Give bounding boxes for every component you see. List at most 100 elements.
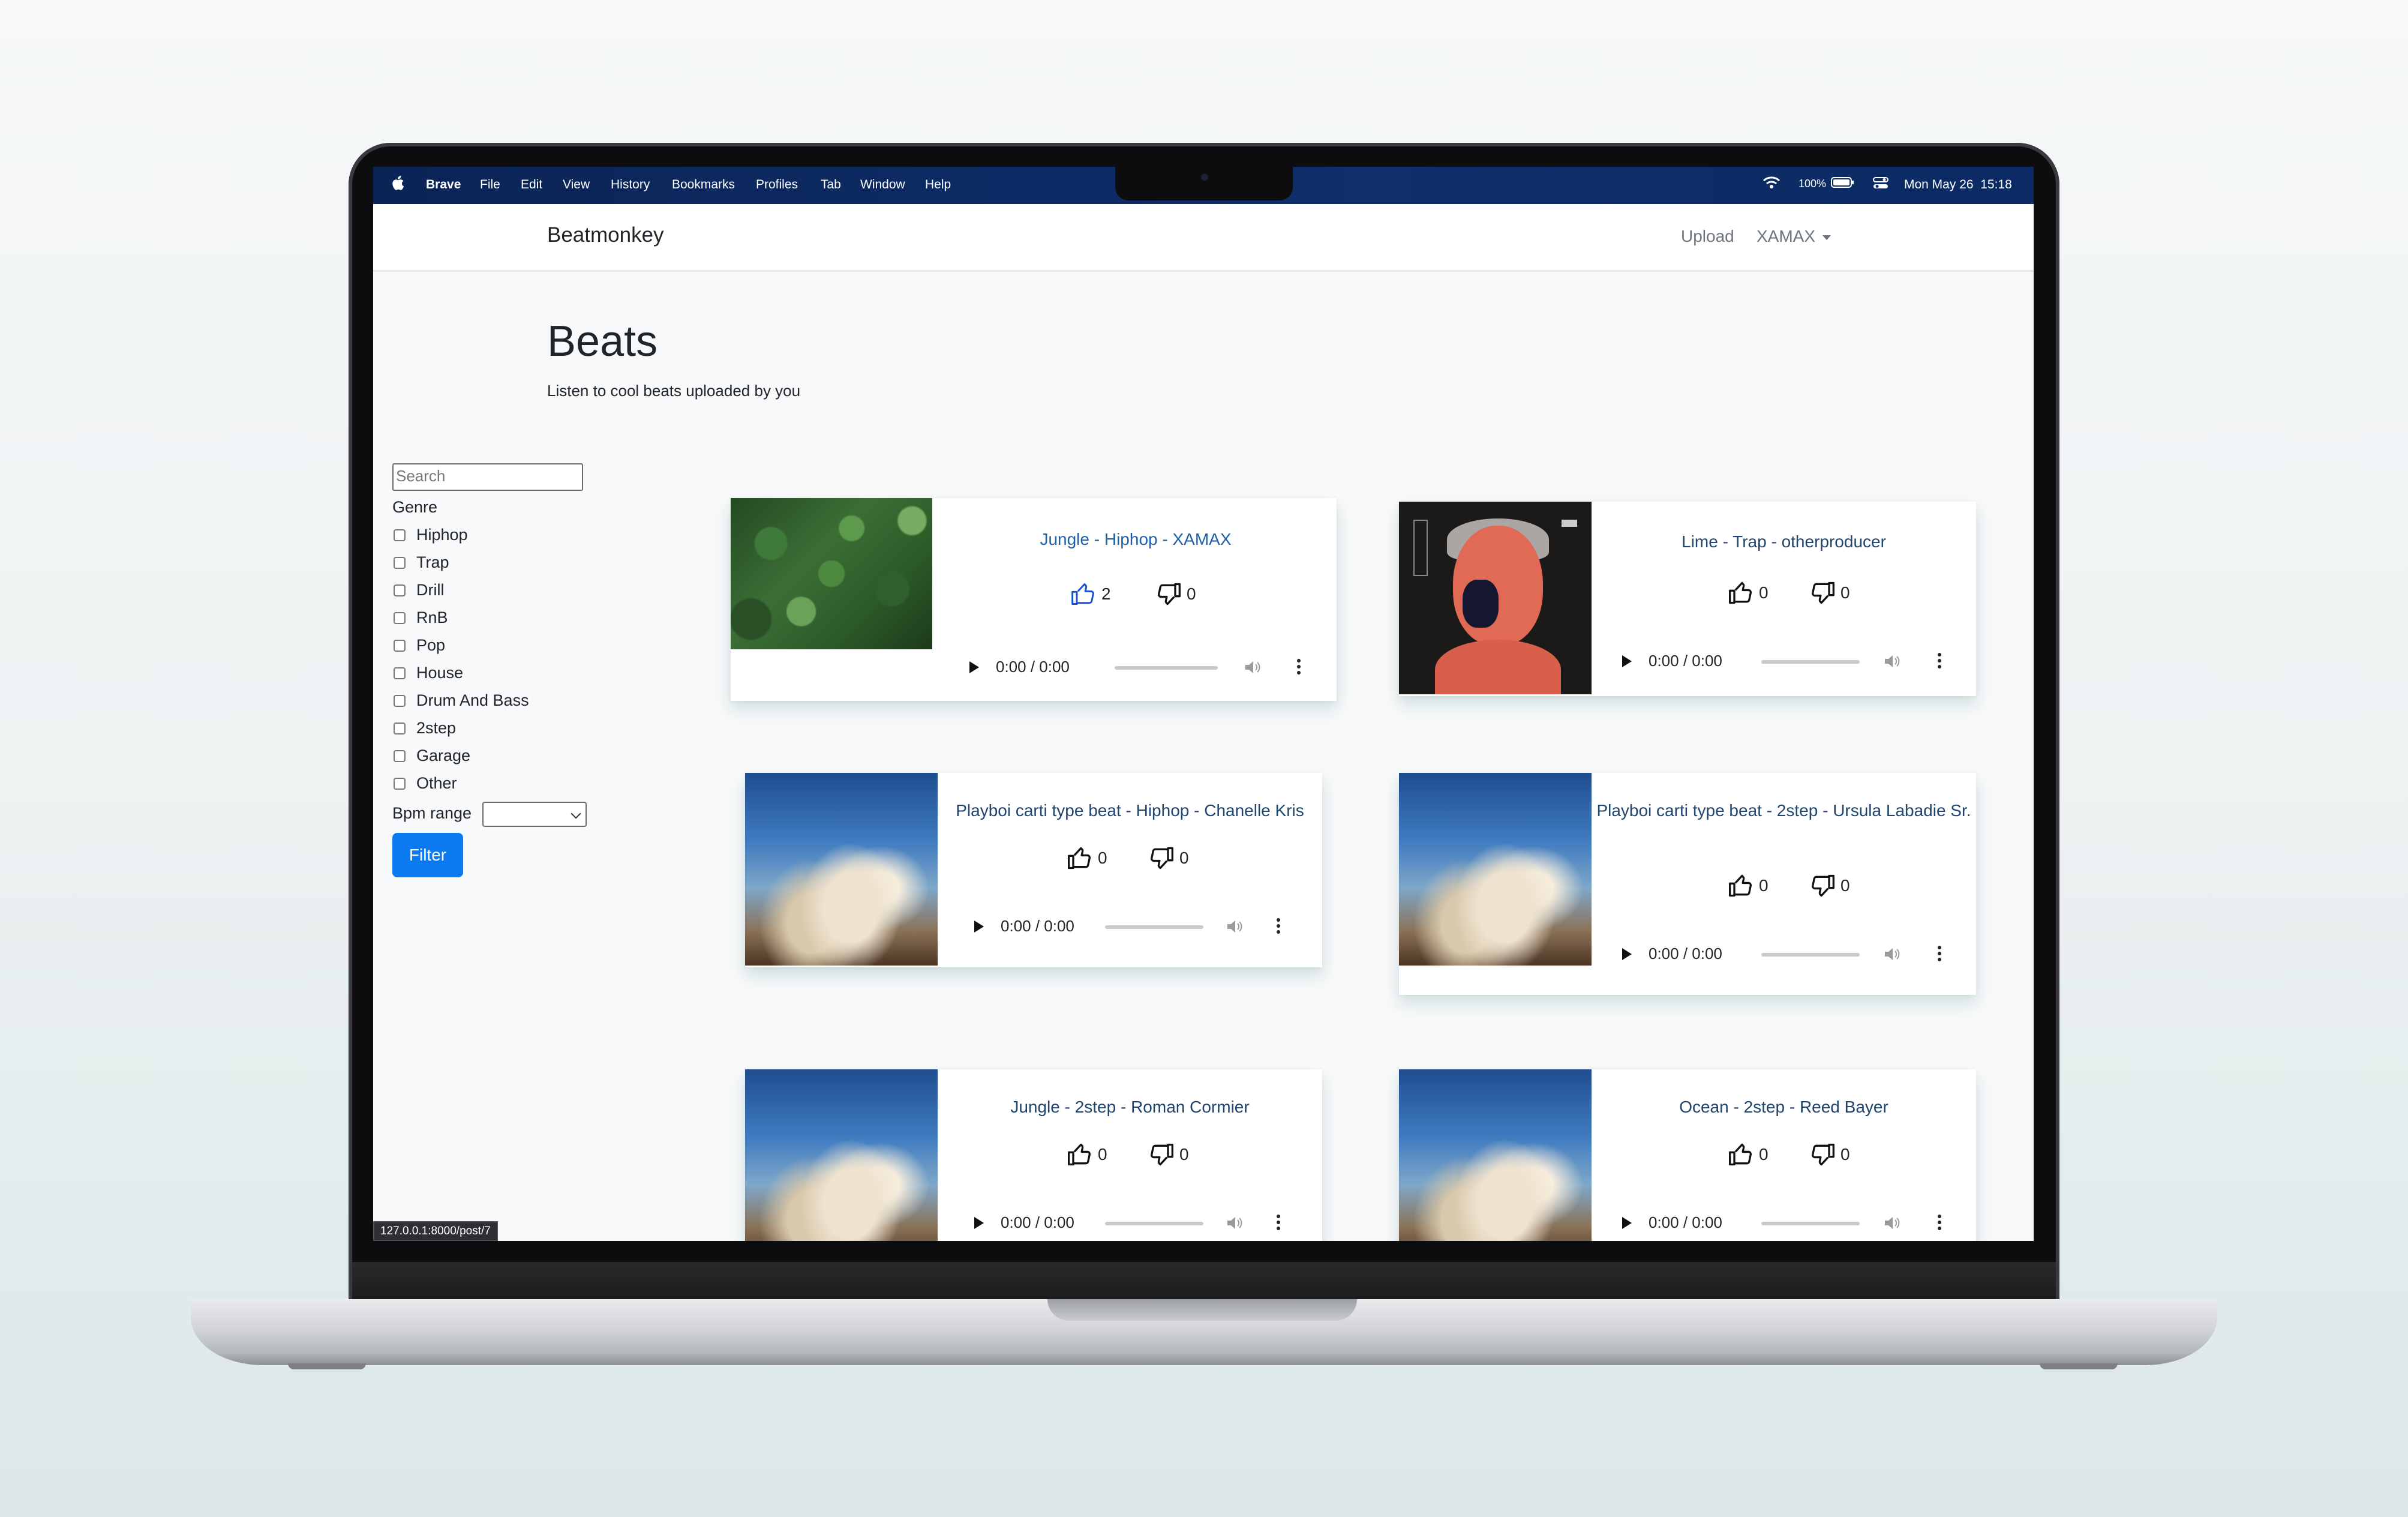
genre-label: Genre [392,498,438,516]
menu-item-brave[interactable]: Brave [426,178,461,192]
beat-cover-image[interactable] [745,1069,938,1241]
genre-checkbox[interactable] [394,667,406,679]
genre-checkbox[interactable] [394,640,406,652]
dislike-count: 0 [1179,849,1189,867]
genre-checkbox[interactable] [394,557,406,569]
seek-slider[interactable] [1115,666,1218,670]
like-count: 0 [1098,849,1107,867]
genre-checkbox[interactable] [394,612,406,624]
beat-title-link[interactable]: Lime - Trap - otherproducer [1592,528,1976,556]
beat-cover-image[interactable] [745,773,938,966]
brand-link[interactable]: Beatmonkey [547,223,664,247]
menu-item-help[interactable]: Help [925,178,951,192]
control-center-icon[interactable] [1873,176,1888,193]
seek-slider[interactable] [1761,953,1860,957]
seek-slider[interactable] [1761,1222,1860,1225]
menu-item-bookmarks[interactable]: Bookmarks [672,178,735,192]
dislike-count: 0 [1179,1145,1189,1164]
more-options-icon[interactable] [1938,946,1941,963]
more-options-icon[interactable] [1938,653,1941,670]
more-options-icon[interactable] [1297,659,1301,676]
like-button[interactable]: 0 [1728,873,1769,899]
menu-item-window[interactable]: Window [860,178,905,192]
filter-button[interactable]: Filter [392,833,463,877]
seek-slider[interactable] [1761,660,1860,664]
menu-item-history[interactable]: History [611,178,650,192]
dislike-button[interactable]: 0 [1148,845,1189,871]
genre-checkbox[interactable] [394,695,406,707]
beat-card: Jungle - 2step - Roman Cormier 0 0 0:00 … [745,1069,1322,1241]
genre-checkbox[interactable] [394,584,406,596]
seek-slider[interactable] [1105,1222,1203,1225]
wifi-icon[interactable] [1763,175,1781,193]
dislike-button[interactable]: 0 [1148,1141,1189,1168]
site-navbar: Beatmonkey Upload XAMAX [373,204,2034,272]
dislike-button[interactable]: 0 [1809,580,1850,606]
beat-title-link[interactable]: Jungle - Hiphop - XAMAX [935,526,1337,553]
audio-player[interactable]: 0:00 / 0:00 [974,1211,1310,1235]
audio-player[interactable]: 0:00 / 0:00 [974,915,1310,939]
beat-cover-image[interactable] [1399,773,1592,966]
beat-title-link[interactable]: Playboi carti type beat - Hiphop - Chane… [938,797,1322,825]
user-dropdown[interactable]: XAMAX [1757,227,1831,246]
genre-checkbox[interactable] [394,722,406,734]
page-subtitle: Listen to cool beats uploaded by you [547,382,801,400]
beat-cover-image[interactable] [1399,1069,1592,1241]
like-button[interactable]: 2 [1070,581,1111,607]
audio-time: 0:00 / 0:00 [1001,917,1074,935]
volume-icon[interactable] [1226,1216,1244,1230]
beat-title-link[interactable]: Jungle - 2step - Roman Cormier [938,1093,1322,1121]
like-button[interactable]: 0 [1067,1141,1107,1168]
volume-icon[interactable] [1884,947,1902,961]
play-icon[interactable] [969,661,979,673]
more-options-icon[interactable] [1277,1215,1280,1231]
menu-item-profiles[interactable]: Profiles [756,178,798,192]
genre-label-text: Garage [416,746,471,765]
menu-item-edit[interactable]: Edit [521,178,542,192]
beat-card: Ocean - 2step - Reed Bayer 0 0 0:00 / 0:… [1399,1069,1976,1241]
play-icon[interactable] [1622,655,1632,667]
screen: Brave File Edit View History Bookmarks P… [373,167,2034,1241]
dislike-button[interactable]: 0 [1809,1141,1850,1168]
cover-art-neck [1435,640,1561,694]
genre-checkbox[interactable] [394,750,406,762]
play-icon[interactable] [974,1217,984,1229]
audio-player[interactable]: 0:00 / 0:00 [1622,649,1958,673]
beat-title-link[interactable]: Ocean - 2step - Reed Bayer [1592,1093,1976,1121]
like-button[interactable]: 0 [1728,1141,1769,1168]
seek-slider[interactable] [1105,925,1203,929]
menu-item-file[interactable]: File [480,178,500,192]
more-options-icon[interactable] [1938,1215,1941,1231]
genre-label-text: Trap [416,553,449,571]
audio-player[interactable]: 0:00 / 0:00 [969,655,1317,679]
upload-link[interactable]: Upload [1681,227,1734,246]
genre-checkbox[interactable] [394,778,406,790]
play-icon[interactable] [1622,1217,1632,1229]
audio-player[interactable]: 0:00 / 0:00 [1622,1211,1958,1235]
genre-checkbox[interactable] [394,529,406,541]
beat-cover-image[interactable] [731,498,932,649]
dislike-count: 0 [1187,584,1196,603]
volume-icon[interactable] [1244,660,1262,674]
battery-icon[interactable] [1831,176,1855,192]
cover-art-mark [1413,520,1428,576]
bpm-range-select[interactable] [482,802,587,827]
search-input[interactable]: Search [392,463,583,491]
volume-icon[interactable] [1226,919,1244,934]
beat-title-link[interactable]: Playboi carti type beat - 2step - Ursula… [1592,797,1976,825]
audio-player[interactable]: 0:00 / 0:00 [1622,942,1958,966]
play-icon[interactable] [974,921,984,933]
like-button[interactable]: 0 [1728,580,1769,606]
menu-item-tab[interactable]: Tab [821,178,841,192]
genre-label-text: 2step [416,719,457,737]
menu-item-view[interactable]: View [563,178,590,192]
dislike-button[interactable]: 0 [1809,873,1850,899]
volume-icon[interactable] [1884,654,1902,668]
apple-icon[interactable] [391,175,404,194]
dislike-button[interactable]: 0 [1155,581,1196,607]
beat-cover-image[interactable] [1399,502,1592,694]
play-icon[interactable] [1622,948,1632,960]
like-button[interactable]: 0 [1067,845,1107,871]
volume-icon[interactable] [1884,1216,1902,1230]
more-options-icon[interactable] [1277,918,1280,935]
